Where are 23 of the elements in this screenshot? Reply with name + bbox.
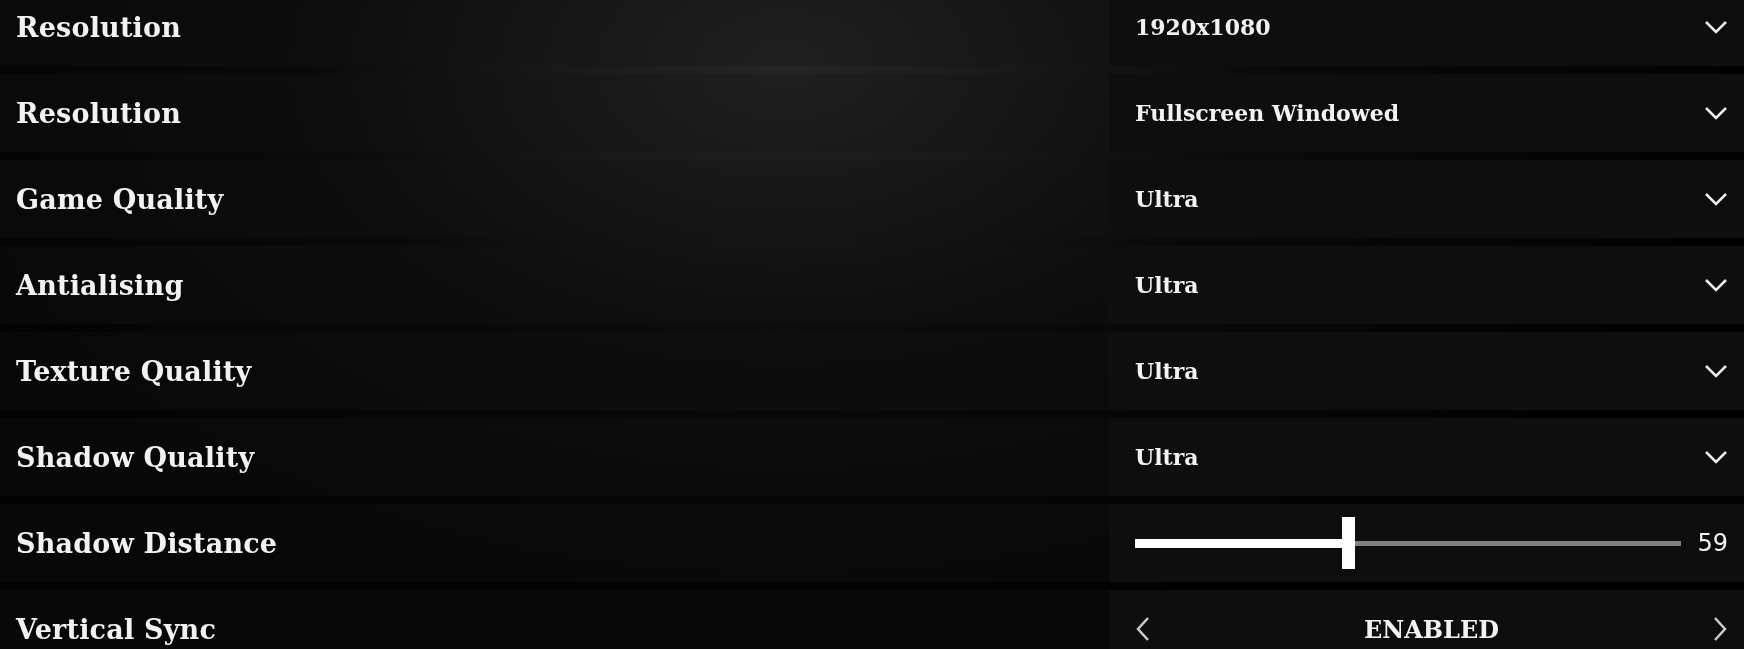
slider-thumb[interactable] bbox=[1341, 517, 1355, 569]
setting-label: Game Quality bbox=[15, 183, 225, 215]
setting-label: Antialising bbox=[14, 269, 185, 301]
setting-label: Vertical Sync bbox=[14, 613, 218, 645]
chevron-down-icon bbox=[1704, 450, 1728, 464]
setting-label: Resolution bbox=[15, 97, 183, 129]
dropdown[interactable]: Ultra bbox=[1109, 418, 1744, 496]
setting-label: Resolution bbox=[15, 11, 183, 43]
dropdown[interactable]: Ultra bbox=[1109, 160, 1744, 238]
chevron-right-icon[interactable] bbox=[1712, 616, 1728, 642]
setting-label: Shadow Quality bbox=[15, 441, 256, 473]
chevron-down-icon bbox=[1704, 364, 1728, 378]
chevron-down-icon bbox=[1704, 278, 1728, 292]
dropdown[interactable]: Fullscreen Windowed bbox=[1109, 74, 1744, 152]
setting-label: Shadow Distance bbox=[15, 527, 279, 559]
toggle-value: ENABLED bbox=[1363, 614, 1500, 644]
chevron-left-icon[interactable] bbox=[1135, 616, 1151, 642]
chevron-down-icon bbox=[1704, 106, 1728, 120]
chevron-down-icon bbox=[1704, 192, 1728, 206]
chevron-down-icon bbox=[1704, 20, 1728, 34]
slider-value: 59 bbox=[1697, 529, 1728, 557]
setting-label: Texture Quality bbox=[15, 355, 253, 387]
dropdown[interactable]: 1920x1080 bbox=[1109, 0, 1744, 66]
